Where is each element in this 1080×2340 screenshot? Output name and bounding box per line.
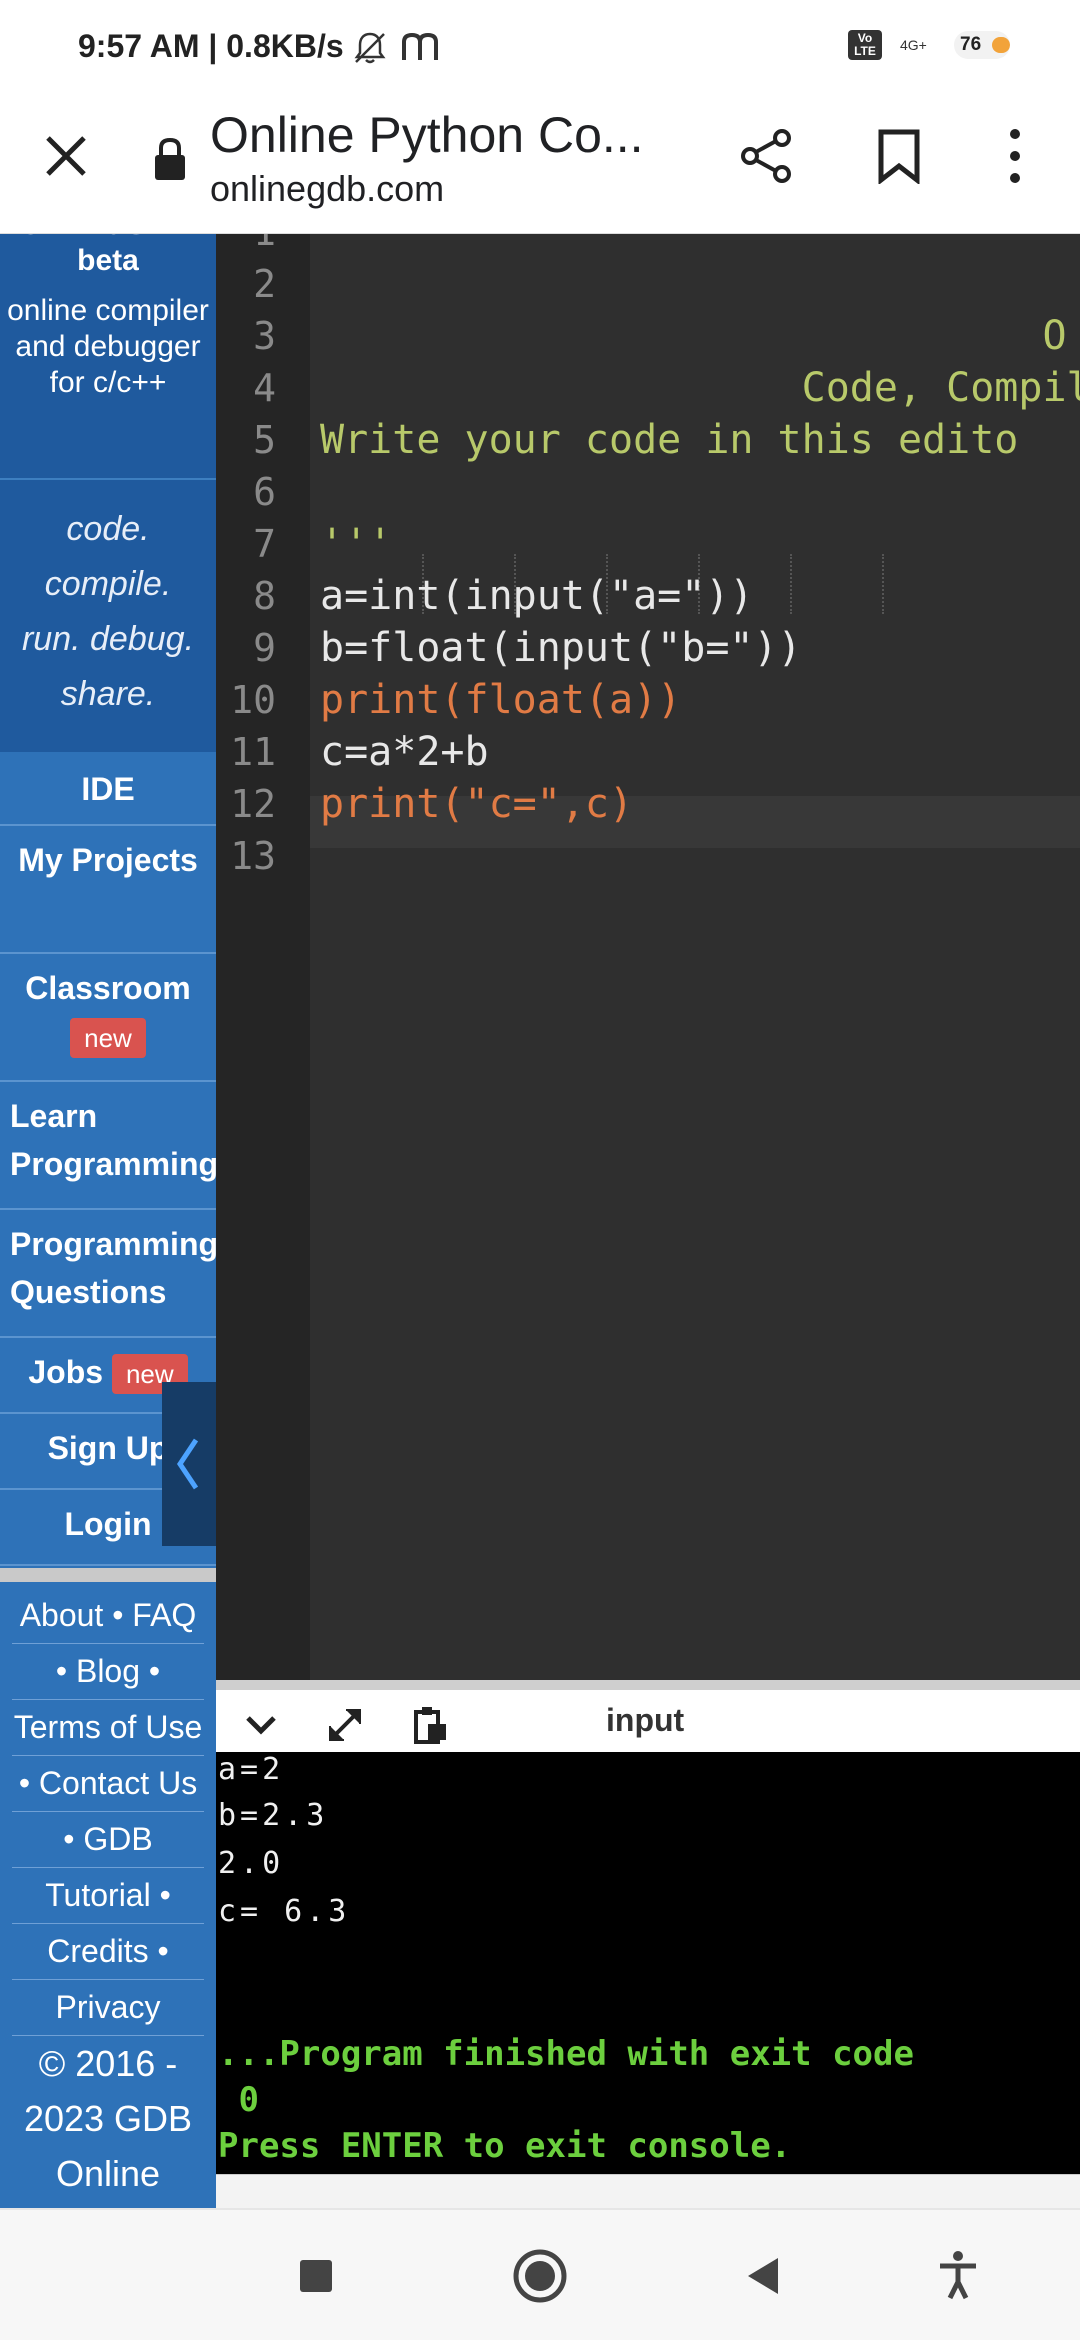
sidebar-divider <box>0 1568 216 1582</box>
lock-icon <box>155 137 185 180</box>
line-number: 5 <box>253 418 276 462</box>
page-title[interactable]: Online Python Co... <box>210 106 690 164</box>
footer-link-contact[interactable]: Contact Us <box>39 1765 197 1801</box>
brand-name: OnlineGDB <box>0 234 216 243</box>
footer-link-blog[interactable]: Blog <box>76 1653 140 1689</box>
sidebar: OnlineGDB beta online compiler and debug… <box>0 234 216 2208</box>
share-icon[interactable] <box>736 126 796 186</box>
chevron-left-icon <box>176 1438 199 1490</box>
line-number: 1 <box>216 234 276 258</box>
code-editor[interactable]: 1 ''' 2 3 O 4 Code, Compile 5 Write your c… <box>216 234 1080 1680</box>
system-navigation-bar <box>0 2208 1080 2340</box>
console-line: c= 6.3 <box>218 1894 351 1929</box>
line-number: 8 <box>253 574 276 618</box>
sidebar-item-programming-questions[interactable]: Programming Questions <box>0 1210 216 1338</box>
code-line: b=float(input("b=")) <box>320 625 802 671</box>
press-enter-message: Press ENTER to exit console. <box>218 2126 792 2166</box>
program-finished-message: ...Program finished with exit code <box>218 2034 914 2074</box>
battery-level: 76 <box>960 34 982 55</box>
line-number: 10 <box>230 678 276 722</box>
close-icon[interactable] <box>40 130 92 182</box>
copy-clipboard-icon[interactable] <box>406 1704 452 1746</box>
sidebar-item-my-projects[interactable]: My Projects <box>0 826 216 954</box>
code-line: print(float(a)) <box>320 677 682 723</box>
sidebar-item-label: Login <box>64 1506 152 1542</box>
chevron-down-icon[interactable] <box>238 1704 284 1746</box>
expand-icon[interactable] <box>322 1704 368 1746</box>
slogan: code. compile. run. debug. share. <box>0 478 216 752</box>
brand-beta: beta <box>77 244 139 277</box>
slogan-line: compile. <box>44 565 172 603</box>
sidebar-item-label: IDE <box>81 771 135 807</box>
footer-link-tutorial[interactable]: Tutorial <box>45 1877 151 1913</box>
console-output[interactable]: a=2 b=2.3 2.0 c= 6.3 ...Program finished… <box>216 1752 1080 2174</box>
line-number: 2 <box>253 262 276 306</box>
copyright: © 2016 - 2023 GDB Online <box>23 2043 193 2194</box>
sidebar-item-learn-programming[interactable]: Learn Programming <box>0 1082 216 1210</box>
bookmark-icon[interactable] <box>876 128 922 184</box>
code-line: print("c=",c) <box>320 781 634 827</box>
network-type: 4G+ <box>900 37 927 53</box>
line-number: 6 <box>253 470 276 514</box>
sidebar-item-label: Sign Up <box>47 1430 169 1466</box>
code-line: ''' <box>320 234 392 258</box>
page-url[interactable]: onlinegdb.com <box>210 168 444 210</box>
console-line: 2.0 <box>218 1846 285 1881</box>
code-line: Code, Compile <box>320 365 1080 411</box>
sidebar-item-label: My Projects <box>18 842 198 878</box>
footer-link-about[interactable]: About <box>20 1597 104 1633</box>
recents-square-icon[interactable] <box>284 2244 348 2308</box>
sidebar-item-label: Jobs <box>28 1354 104 1390</box>
sidebar-collapse-button[interactable] <box>162 1382 216 1546</box>
volte-icon: Vo LTE <box>848 30 882 60</box>
console-footer <box>216 2174 1080 2208</box>
status-time: 9:57 AM | 0.8KB/s <box>78 28 344 64</box>
footer-link-privacy[interactable]: Privacy <box>56 1989 161 2025</box>
footer-link-terms[interactable]: Terms of Use <box>14 1709 202 1745</box>
sidebar-item-label: Learn Programming <box>10 1098 216 1182</box>
line-number: 7 <box>253 522 276 566</box>
console-input-label[interactable]: input <box>606 1702 684 1739</box>
sidebar-item-ide[interactable]: IDE <box>0 752 216 826</box>
accessibility-icon[interactable] <box>926 2244 990 2308</box>
code-line: c=a*2+b <box>320 729 489 775</box>
brand-block[interactable]: OnlineGDB beta online compiler and debug… <box>0 234 216 478</box>
footer-link-gdb[interactable]: GDB <box>83 1821 152 1857</box>
console-line: a=2 <box>218 1752 285 1787</box>
line-number: 11 <box>230 730 276 774</box>
exit-code: 0 <box>218 2080 259 2120</box>
slogan-line: code. <box>66 510 150 548</box>
brand-description: online compiler and debugger for c/c++ <box>7 294 209 399</box>
line-number: 13 <box>230 834 276 878</box>
line-number: 4 <box>253 366 276 410</box>
mute-bell-icon <box>354 32 386 64</box>
line-number: 9 <box>253 626 276 670</box>
browser-toolbar: Online Python Co... onlinegdb.com <box>0 96 1080 234</box>
line-number: 3 <box>253 314 276 358</box>
new-badge: new <box>70 1018 146 1058</box>
sidebar-item-label: Programming Questions <box>10 1226 216 1310</box>
code-line: O <box>320 313 1067 359</box>
slogan-line: share. <box>60 675 156 713</box>
code-line: a=int(input("a=")) <box>320 573 754 619</box>
footer-link-faq[interactable]: FAQ <box>132 1597 196 1633</box>
slogan-line: run. debug. <box>21 620 195 658</box>
more-options-icon[interactable] <box>1000 124 1030 188</box>
line-number: 12 <box>230 782 276 826</box>
console-line: b=2.3 <box>218 1798 329 1833</box>
code-line: ''' <box>320 521 393 567</box>
console-toolbar: input <box>216 1680 1080 1752</box>
sidebar-item-label: Classroom <box>25 970 191 1006</box>
code-line: Write your code in this edito <box>320 417 1019 463</box>
home-circle-icon[interactable] <box>508 2244 572 2308</box>
sidebar-footer: About • FAQ • Blog • Terms of Use • Cont… <box>0 1582 216 2201</box>
battery-indicator: 76 <box>954 31 1010 59</box>
sidebar-item-classroom[interactable]: Classroom new <box>0 954 216 1082</box>
app-m-icon <box>402 32 438 60</box>
back-triangle-icon[interactable] <box>732 2244 796 2308</box>
status-bar: 9:57 AM | 0.8KB/s Vo LTE 4G+ 76 <box>0 0 1080 96</box>
footer-link-credits[interactable]: Credits <box>47 1933 148 1969</box>
